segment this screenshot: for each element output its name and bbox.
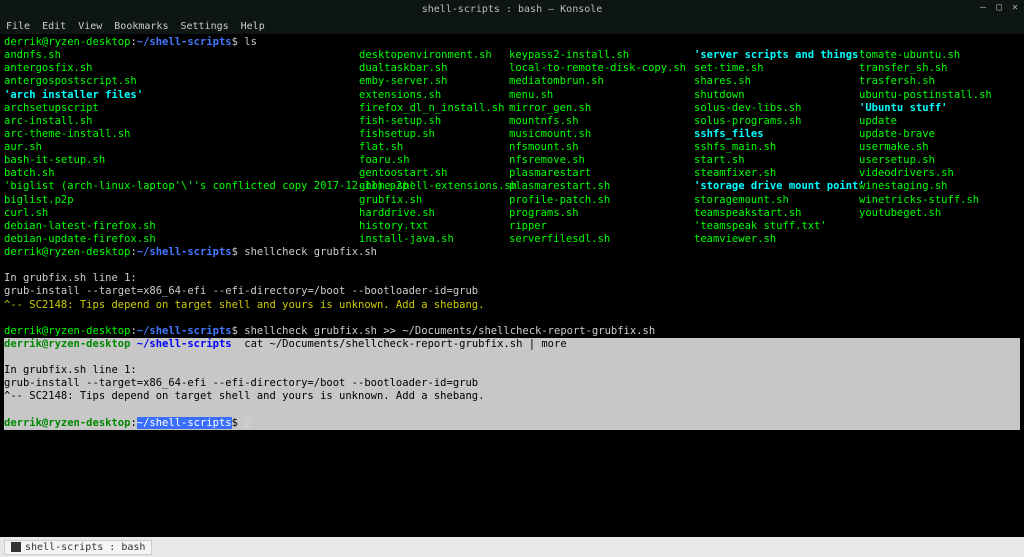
menu-settings[interactable]: Settings xyxy=(180,21,228,32)
close-icon[interactable]: ✕ xyxy=(1010,2,1020,12)
menu-view[interactable]: View xyxy=(78,21,102,32)
taskbar-item[interactable]: shell-scripts : bash xyxy=(4,540,152,555)
menu-file[interactable]: File xyxy=(6,21,30,32)
menu-edit[interactable]: Edit xyxy=(42,21,66,32)
minimize-icon[interactable]: — xyxy=(978,2,988,12)
terminal-icon xyxy=(11,542,21,552)
menu-help[interactable]: Help xyxy=(241,21,265,32)
maximize-icon[interactable]: ▢ xyxy=(994,2,1004,12)
terminal-viewport[interactable]: derrik@ryzen-desktop:~/shell-scripts$ ls… xyxy=(0,34,1024,537)
window-title: shell-scripts : bash — Konsole xyxy=(422,4,603,15)
menu-bookmarks[interactable]: Bookmarks xyxy=(114,21,168,32)
window-controls: — ▢ ✕ xyxy=(978,2,1020,12)
taskbar-item-label: shell-scripts : bash xyxy=(25,542,145,553)
menubar: File Edit View Bookmarks Settings Help xyxy=(0,18,1024,34)
taskbar: shell-scripts : bash xyxy=(0,537,1024,557)
window-titlebar: shell-scripts : bash — Konsole — ▢ ✕ xyxy=(0,0,1024,18)
